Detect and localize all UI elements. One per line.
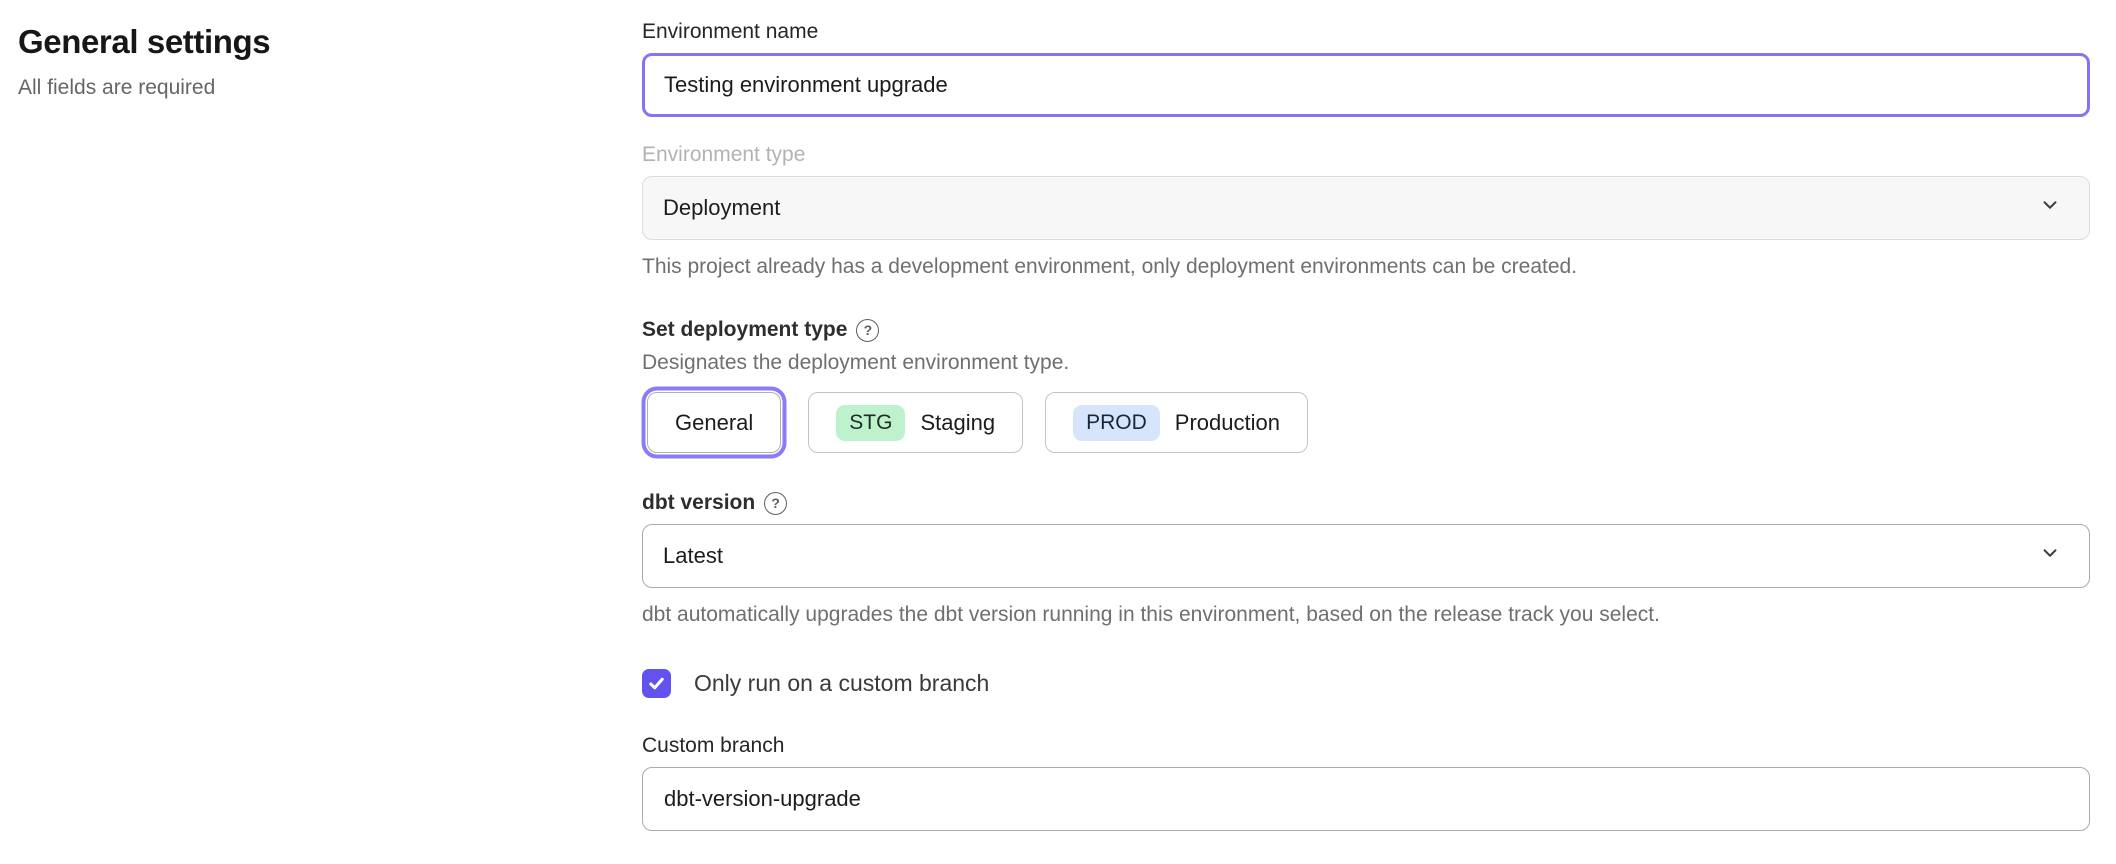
- dbt-version-label: dbt version ?: [642, 491, 2090, 515]
- chevron-down-icon: [2039, 542, 2061, 570]
- environment-name-input[interactable]: [642, 53, 2090, 117]
- deployment-type-label: Set deployment type ?: [642, 318, 2090, 342]
- prod-badge: PROD: [1073, 405, 1160, 441]
- deployment-type-option-staging[interactable]: STG Staging: [808, 392, 1023, 453]
- deployment-type-option-general[interactable]: General: [647, 392, 781, 453]
- chevron-down-icon: [2039, 194, 2061, 222]
- stg-badge: STG: [836, 405, 905, 441]
- dbt-version-select[interactable]: Latest: [642, 524, 2090, 588]
- custom-branch-label: Custom branch: [642, 734, 2090, 758]
- deployment-type-options: General STG Staging PROD Production: [642, 392, 2090, 453]
- environment-name-label: Environment name: [642, 20, 2090, 44]
- dbt-version-value: Latest: [663, 543, 723, 569]
- page-title: General settings: [18, 22, 642, 62]
- environment-type-label: Environment type: [642, 143, 2090, 167]
- page-subtitle: All fields are required: [18, 76, 642, 100]
- custom-branch-checkbox-row: Only run on a custom branch: [642, 669, 2090, 698]
- deployment-type-description: Designates the deployment environment ty…: [642, 351, 2090, 375]
- general-settings-form: Environment name Environment type Deploy…: [642, 20, 2090, 844]
- dbt-version-helper: dbt automatically upgrades the dbt versi…: [642, 601, 2090, 628]
- settings-header: General settings All fields are required: [18, 20, 642, 844]
- deployment-type-option-production[interactable]: PROD Production: [1045, 392, 1308, 453]
- environment-type-select: Deployment: [642, 176, 2090, 240]
- help-icon[interactable]: ?: [764, 492, 787, 515]
- custom-branch-input[interactable]: [642, 767, 2090, 831]
- environment-type-value: Deployment: [663, 195, 780, 221]
- environment-type-helper: This project already has a development e…: [642, 253, 2090, 280]
- custom-branch-checkbox[interactable]: [642, 669, 671, 698]
- checkmark-icon: [647, 674, 666, 693]
- help-icon[interactable]: ?: [856, 319, 879, 342]
- custom-branch-checkbox-label[interactable]: Only run on a custom branch: [694, 670, 989, 697]
